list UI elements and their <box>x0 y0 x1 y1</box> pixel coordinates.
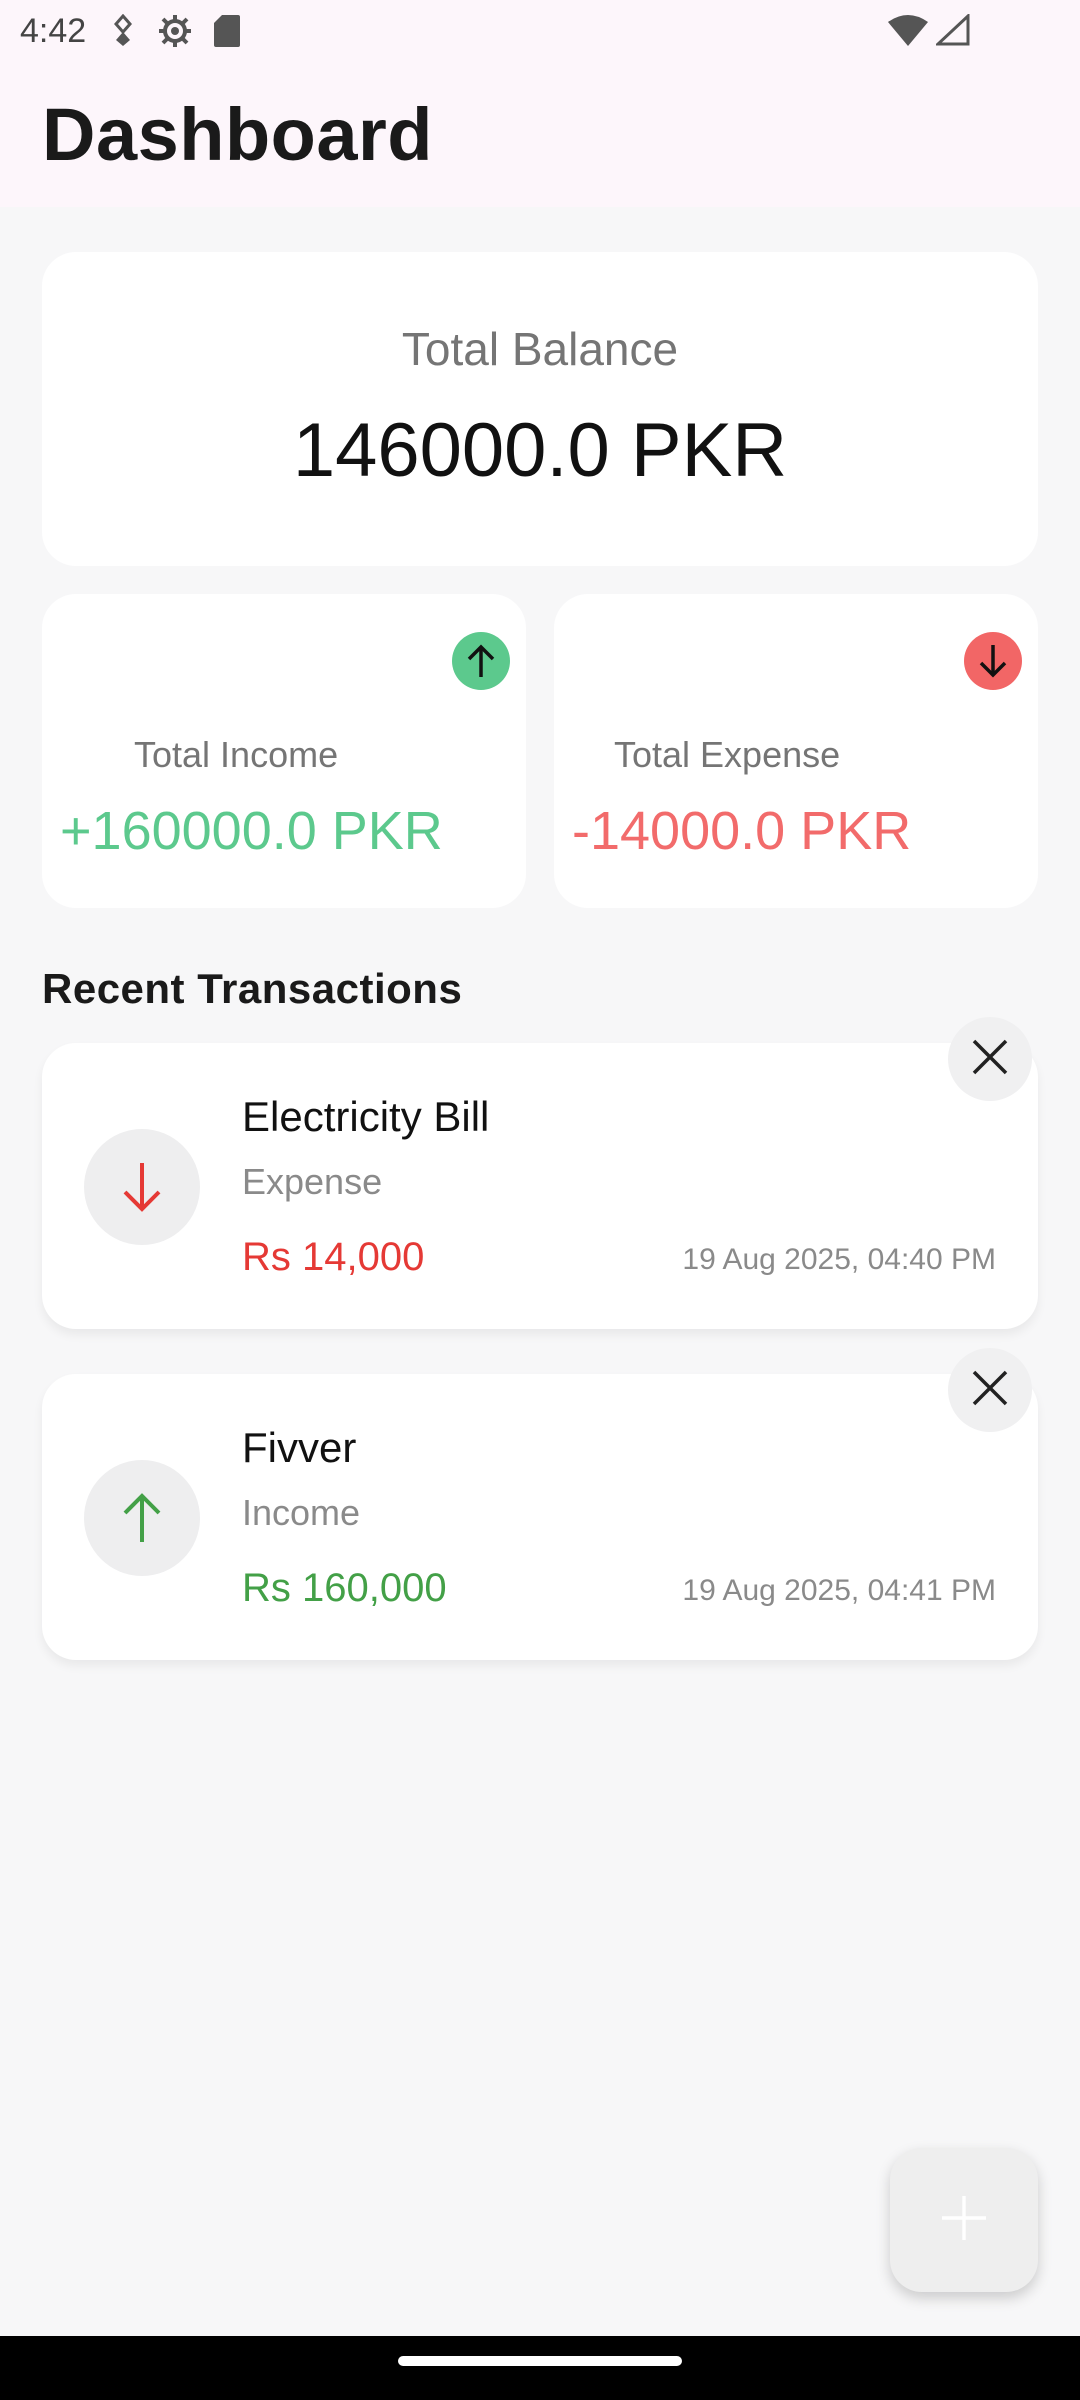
recent-transactions-title: Recent Transactions <box>42 965 463 1012</box>
transaction-amount: Rs 160,000 <box>242 1566 447 1610</box>
close-icon <box>970 1368 1010 1413</box>
status-icons-left <box>110 13 240 53</box>
transaction-date: 19 Aug 2025, 04:41 PM <box>682 1574 996 1607</box>
transaction-date: 19 Aug 2025, 04:40 PM <box>682 1243 996 1276</box>
plus-icon <box>939 2193 989 2248</box>
total-income-card: Total Income +160000.0 PKR <box>42 594 526 908</box>
dashboard-screen: 4:42 Dashboard Total Balance 146000.0 PK… <box>0 0 1080 2400</box>
transaction-type: Expense <box>242 1161 383 1202</box>
home-gesture-handle[interactable] <box>398 2356 682 2366</box>
top-app-bar: 4:42 Dashboard <box>0 0 1080 207</box>
total-income-amount: +160000.0 PKR <box>60 801 443 861</box>
transaction-name: Electricity Bill <box>242 1093 490 1140</box>
signal-icon <box>934 12 970 51</box>
status-time: 4:42 <box>20 12 87 50</box>
system-nav-bar <box>0 2336 1080 2400</box>
transaction-card[interactable]: Fivver Income Rs 160,000 19 Aug 2025, 04… <box>42 1374 1038 1660</box>
transaction-amount: Rs 14,000 <box>242 1235 425 1279</box>
delete-transaction-button[interactable] <box>948 1348 1032 1432</box>
total-income-label: Total Income <box>134 734 339 775</box>
arrow-up-icon <box>84 1460 200 1576</box>
wifi-icon <box>888 14 928 51</box>
total-balance-label: Total Balance <box>401 323 679 375</box>
total-balance-amount: 146000.0 PKR <box>292 408 788 493</box>
sd-card-icon <box>214 15 240 52</box>
page-title: Dashboard <box>42 93 434 176</box>
add-transaction-button[interactable] <box>890 2148 1038 2292</box>
gear-icon <box>158 14 192 53</box>
delete-transaction-button[interactable] <box>948 1017 1032 1101</box>
close-icon <box>970 1037 1010 1082</box>
arrow-down-icon <box>964 632 1022 690</box>
arrow-down-icon <box>84 1129 200 1245</box>
transaction-card[interactable]: Electricity Bill Expense Rs 14,000 19 Au… <box>42 1043 1038 1329</box>
total-expense-card: Total Expense -14000.0 PKR <box>554 594 1038 908</box>
transaction-type: Income <box>242 1492 361 1533</box>
total-expense-amount: -14000.0 PKR <box>572 801 912 861</box>
arrow-up-icon <box>452 632 510 690</box>
total-balance-card: Total Balance 146000.0 PKR <box>42 252 1038 566</box>
accessibility-icon <box>110 13 136 53</box>
status-icons-right <box>888 12 970 51</box>
total-expense-label: Total Expense <box>614 734 841 775</box>
transaction-name: Fivver <box>242 1424 357 1471</box>
